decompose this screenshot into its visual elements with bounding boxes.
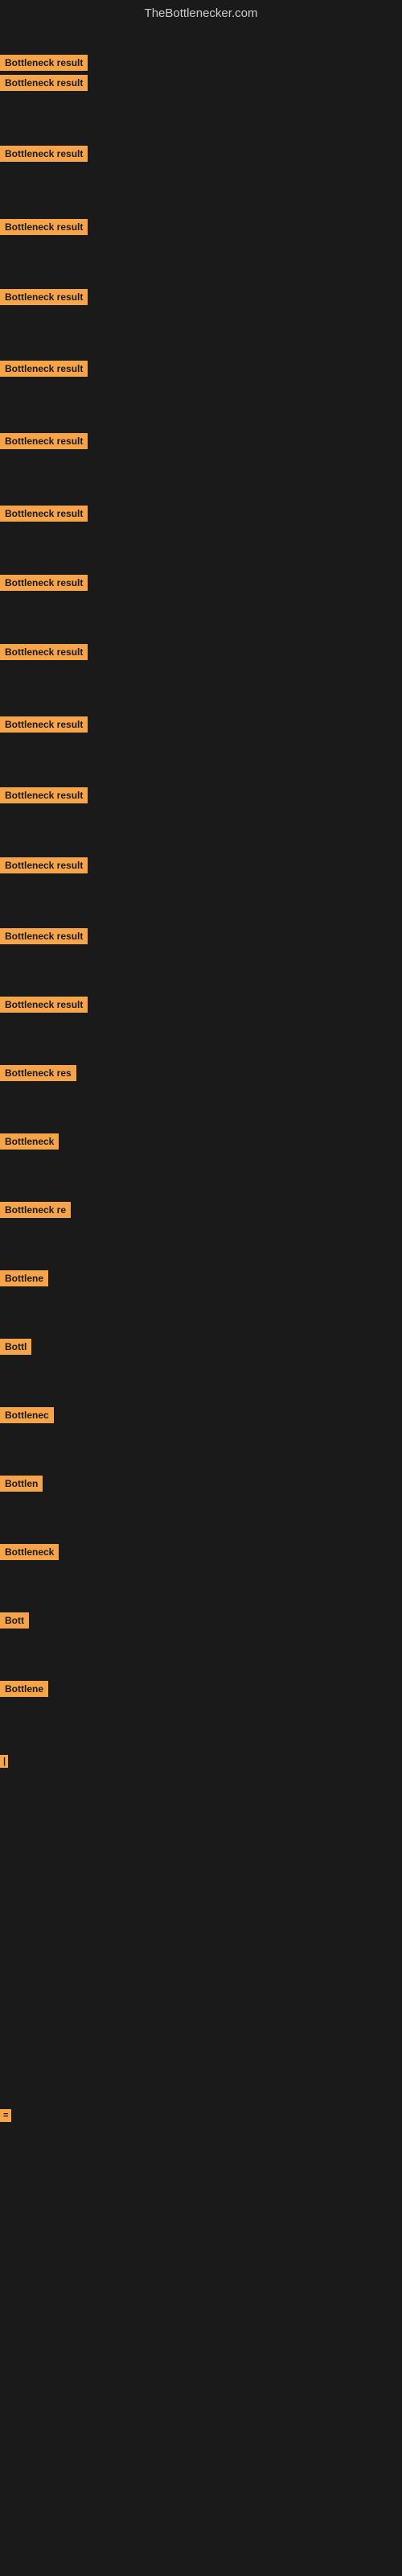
site-title: TheBottlenecker.com [145,6,258,20]
bottleneck-label: Bottlene [0,1681,48,1697]
bottleneck-item[interactable]: Bottlene [0,1681,48,1701]
bottleneck-item[interactable]: Bottleneck result [0,928,88,948]
bottleneck-item[interactable]: Bottleneck result [0,55,88,75]
bottleneck-item[interactable]: Bottlenec [0,1407,54,1427]
bottleneck-label: Bottleneck result [0,928,88,944]
bottleneck-item[interactable]: Bottleneck result [0,575,88,595]
bottleneck-item[interactable]: Bottleneck result [0,289,88,309]
bottleneck-label: Bottleneck result [0,644,88,660]
bottleneck-item[interactable]: Bottleneck result [0,997,88,1017]
bottleneck-item[interactable]: Bott [0,1612,29,1633]
bottleneck-label: Bottleneck result [0,361,88,377]
site-header: TheBottlenecker.com [0,0,402,31]
bottleneck-label: Bottleneck result [0,55,88,71]
bottleneck-label: Bottleneck result [0,716,88,733]
bottleneck-item[interactable]: Bottl [0,1339,31,1359]
bottleneck-label: Bott [0,1612,29,1629]
bottleneck-label: Bottleneck re [0,1202,71,1218]
bottleneck-label: Bottleneck result [0,75,88,91]
bottleneck-item[interactable]: Bottleneck [0,1544,59,1564]
bottleneck-label: Bottlene [0,1270,48,1286]
bottleneck-item[interactable]: Bottleneck result [0,361,88,381]
bottleneck-label: Bottleneck [0,1544,59,1560]
bottleneck-item[interactable]: Bottleneck result [0,433,88,453]
bottleneck-item[interactable]: Bottleneck result [0,75,88,95]
bottleneck-label: Bottleneck res [0,1065,76,1081]
bottleneck-small-label: = [0,2109,11,2122]
page-container: TheBottlenecker.com Bottleneck result Bot… [0,0,402,2566]
bottleneck-item[interactable]: Bottleneck result [0,146,88,166]
bottleneck-small-item: = [0,2107,11,2122]
bottleneck-item[interactable]: Bottleneck [0,1133,59,1154]
bottleneck-label: Bottleneck result [0,146,88,162]
bottleneck-item[interactable]: Bottleneck re [0,1202,71,1222]
bottleneck-item[interactable]: Bottleneck result [0,219,88,239]
bottleneck-item[interactable]: Bottleneck result [0,644,88,664]
bottleneck-label: Bottleneck result [0,506,88,522]
bottleneck-label: Bottleneck result [0,433,88,449]
bottleneck-label: Bottleneck result [0,219,88,235]
bottleneck-label: Bottlen [0,1476,43,1492]
bottleneck-small-label: | [0,1755,8,1768]
bottleneck-item[interactable]: Bottleneck result [0,506,88,526]
bottleneck-label: Bottleneck [0,1133,59,1150]
bottleneck-item[interactable]: Bottlen [0,1476,43,1496]
bottleneck-label: Bottl [0,1339,31,1355]
bottleneck-label: Bottleneck result [0,997,88,1013]
bottleneck-label: Bottlenec [0,1407,54,1423]
bottleneck-item[interactable]: Bottleneck result [0,857,88,877]
bottleneck-label: Bottleneck result [0,575,88,591]
bottleneck-item[interactable]: Bottleneck result [0,716,88,737]
bottleneck-label: Bottleneck result [0,857,88,873]
bottleneck-small-item: | [0,1753,8,1768]
bottleneck-item[interactable]: Bottlene [0,1270,48,1290]
bottleneck-label: Bottleneck result [0,289,88,305]
bottleneck-item[interactable]: Bottleneck result [0,787,88,807]
bottleneck-item[interactable]: Bottleneck res [0,1065,76,1085]
bottleneck-label: Bottleneck result [0,787,88,803]
